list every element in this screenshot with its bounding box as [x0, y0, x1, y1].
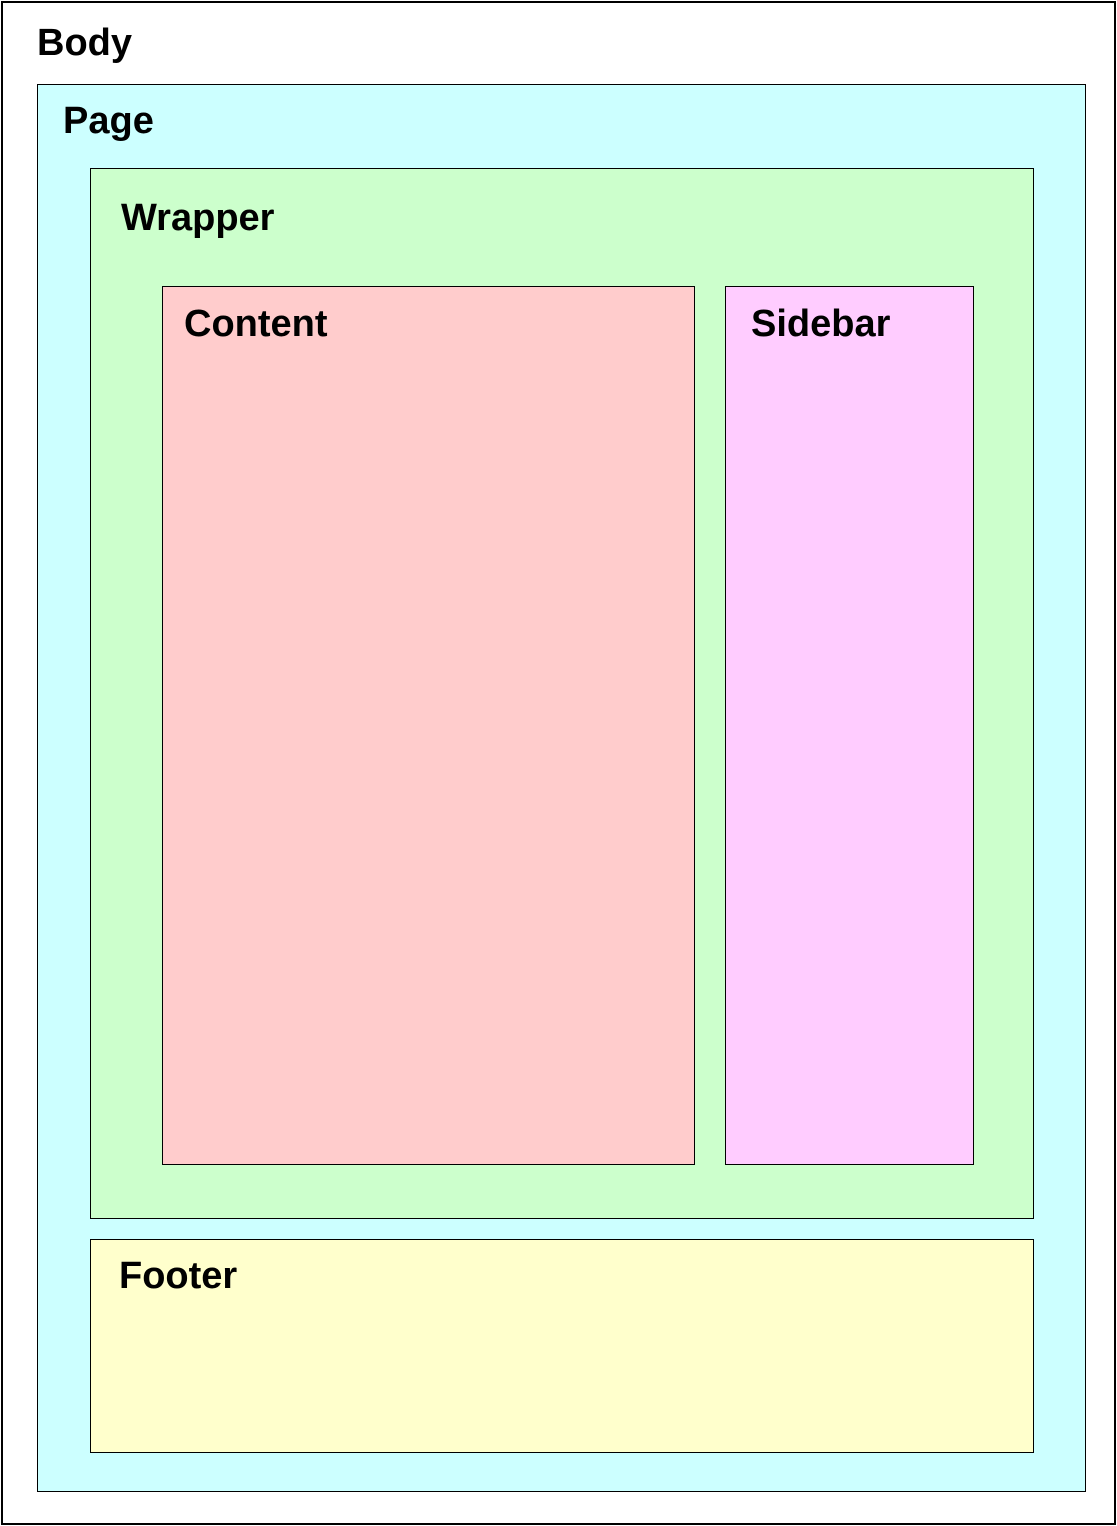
layout-diagram: Body Page Wrapper Content Sidebar Footer: [0, 0, 1117, 1526]
sidebar-label: Sidebar: [751, 303, 891, 345]
footer-box: Footer: [90, 1239, 1034, 1453]
wrapper-box: Wrapper Content Sidebar: [90, 168, 1034, 1219]
wrapper-label: Wrapper: [121, 197, 275, 239]
content-label: Content: [184, 303, 328, 345]
sidebar-box: Sidebar: [725, 286, 974, 1165]
content-box: Content: [162, 286, 695, 1165]
body-box: Body Page Wrapper Content Sidebar Footer: [1, 1, 1116, 1525]
page-label: Page: [63, 100, 154, 142]
footer-label: Footer: [119, 1255, 238, 1297]
body-label: Body: [37, 22, 132, 64]
page-box: Page Wrapper Content Sidebar Footer: [37, 84, 1086, 1492]
